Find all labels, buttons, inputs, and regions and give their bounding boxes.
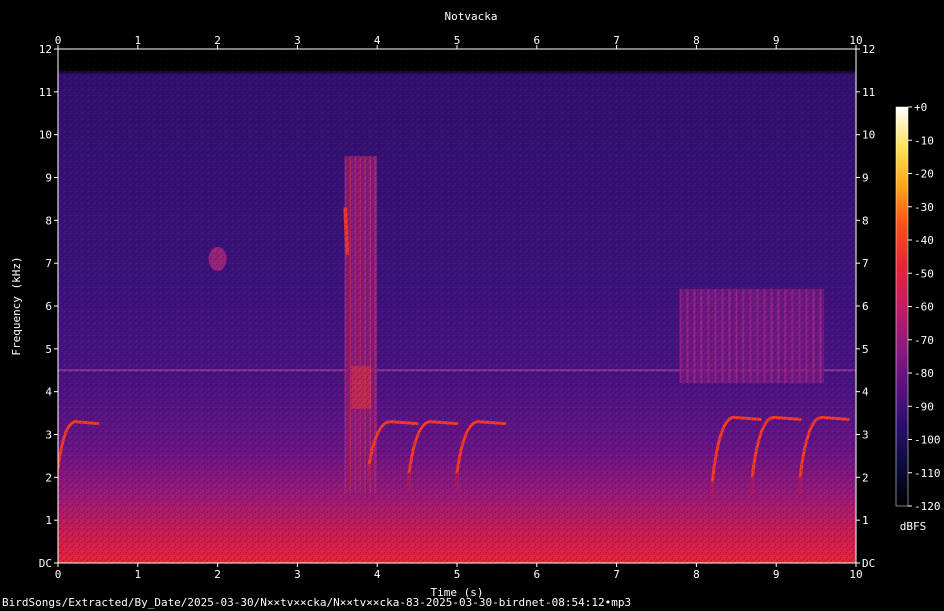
y-tick-label: 7 — [45, 257, 52, 270]
colorbar-tick-label: -40 — [914, 234, 934, 247]
y-tick-label-right: 9 — [862, 172, 869, 185]
colorbar-label: dBFS — [900, 520, 927, 533]
x-tick-label-top: 10 — [849, 34, 862, 47]
x-tick-label: 5 — [454, 568, 461, 581]
y-tick-label-right: 10 — [862, 129, 875, 142]
y-tick-label: 6 — [45, 300, 52, 313]
y-tick-label-right: 7 — [862, 257, 869, 270]
y-tick-label: 12 — [39, 43, 52, 56]
y-tick-label-right: 3 — [862, 429, 869, 442]
y-tick-label: 4 — [45, 386, 52, 399]
plot-area — [57, 48, 857, 564]
y-tick-label-right: 8 — [862, 214, 869, 227]
y-tick-label: 9 — [45, 172, 52, 185]
y-tick-label: 10 — [39, 129, 52, 142]
x-tick-label-top: 6 — [533, 34, 540, 47]
colorbar: +0 -10 -20 -30 -40 -50 -60 -70 -80 -90 -100 -110 -12… — [895, 101, 941, 533]
y-tick-label: 11 — [39, 86, 52, 99]
x-tick-label-top: 7 — [613, 34, 620, 47]
y-tick-label-right: 12 — [862, 43, 875, 56]
colorbar-gradient — [895, 106, 909, 507]
x-tick-label: 2 — [214, 568, 221, 581]
y-tick-label-right: 4 — [862, 386, 869, 399]
y-axis-label: Frequency (kHz) — [10, 256, 23, 355]
x-tick-label: 9 — [773, 568, 780, 581]
x-tick-label-top: 4 — [374, 34, 381, 47]
y-tick-label-right: 6 — [862, 300, 869, 313]
colorbar-tick-label: -50 — [914, 267, 934, 280]
y-tick-label: 2 — [45, 471, 52, 484]
y-tick-label-right: 5 — [862, 343, 869, 356]
y-tick-label: 3 — [45, 429, 52, 442]
x-tick-label: 0 — [55, 568, 62, 581]
colorbar-tick-label: -120 — [914, 500, 941, 513]
chart-title: Notvacka — [445, 10, 498, 23]
y-tick-label-right: DC — [862, 557, 875, 570]
y-tick-label: DC — [39, 557, 52, 570]
colorbar-tick-label: -90 — [914, 400, 934, 413]
x-tick-label-top: 0 — [55, 34, 62, 47]
x-tick-label: 3 — [294, 568, 301, 581]
x-tick-label-top: 8 — [693, 34, 700, 47]
colorbar-tick-label: -60 — [914, 301, 934, 314]
noise-texture — [58, 49, 856, 563]
file-path-label: BirdSongs/Extracted/By_Date/2025-03-30/N… — [2, 596, 632, 609]
y-tick-label-right: 2 — [862, 471, 869, 484]
x-tick-label-top: 9 — [773, 34, 780, 47]
y-tick-label-right: 1 — [862, 514, 869, 527]
x-tick-label-top: 2 — [214, 34, 221, 47]
colorbar-tick-label: -30 — [914, 201, 934, 214]
x-tick-label: 7 — [613, 568, 620, 581]
colorbar-tick-label: -110 — [914, 467, 941, 480]
y-tick-label: 8 — [45, 214, 52, 227]
colorbar-tick-label: -20 — [914, 168, 934, 181]
y-tick-label: 1 — [45, 514, 52, 527]
x-tick-label: 1 — [134, 568, 141, 581]
colorbar-tick-label: -80 — [914, 367, 934, 380]
colorbar-tick-label: +0 — [914, 101, 927, 114]
colorbar-tick-label: -100 — [914, 434, 941, 447]
x-tick-label-top: 1 — [134, 34, 141, 47]
x-tick-label: 6 — [533, 568, 540, 581]
y-tick-label-right: 11 — [862, 86, 875, 99]
spectrogram-figure: Notvacka 001122334455667788991010 DC DC1 1… — [10, 10, 941, 599]
colorbar-tick-label: -70 — [914, 334, 934, 347]
x-tick-label-top: 5 — [454, 34, 461, 47]
colorbar-ticks: +0 -10 -20 -30 -40 -50 -60 -70 -80 -90 -100 -110 -12… — [908, 101, 941, 513]
y-tick-label: 5 — [45, 343, 52, 356]
colorbar-tick-label: -10 — [914, 134, 934, 147]
x-tick-label: 4 — [374, 568, 381, 581]
x-tick-label: 8 — [693, 568, 700, 581]
x-tick-label: 10 — [849, 568, 862, 581]
x-tick-label-top: 3 — [294, 34, 301, 47]
